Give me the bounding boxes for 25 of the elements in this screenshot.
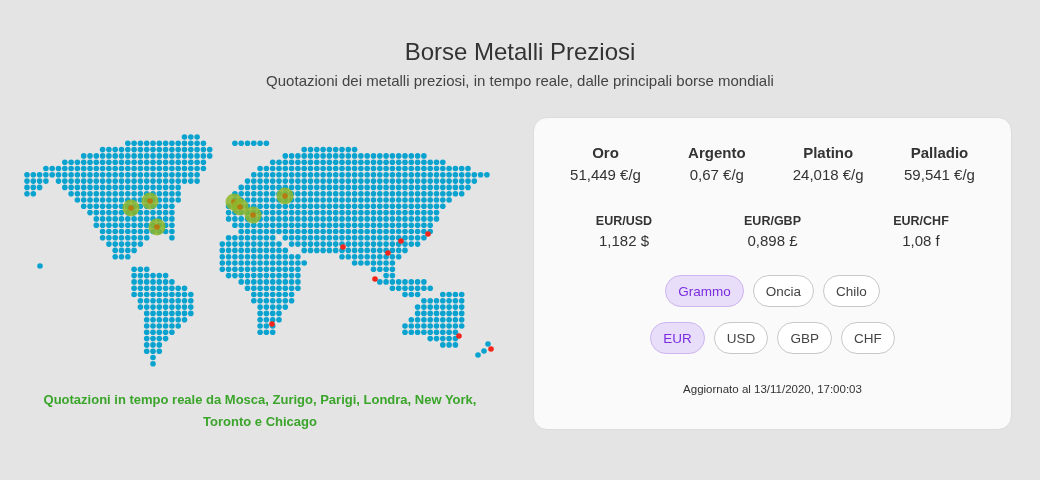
metal-price: 59,541 €/g <box>904 166 975 183</box>
update-timestamp: Aggiornato al 13/11/2020, 17:00:03 <box>683 383 862 395</box>
rate-pair: EUR/CHF <box>893 214 949 228</box>
page-title: Borse Metalli Preziosi <box>404 38 636 66</box>
metal-name: Palladio <box>910 144 969 161</box>
metal-name: Argento <box>688 144 746 161</box>
unit-chip[interactable]: Oncia <box>752 275 814 307</box>
currency-chip[interactable]: EUR <box>650 322 705 354</box>
metal-name: Oro <box>592 144 619 161</box>
rate-value: 1,08 f <box>902 232 940 249</box>
currency-chip[interactable]: GBP <box>777 322 832 354</box>
unit-chip[interactable]: Chilo <box>823 275 880 307</box>
page-subtitle: Quotazioni dei metalli preziosi, in tempo reale, dalle principali borse mondiali <box>266 72 774 89</box>
metal-name: Platino <box>803 144 854 161</box>
currency-chip[interactable]: USD <box>713 322 769 354</box>
rate-pair: EUR/GBP <box>744 214 801 228</box>
unit-chip[interactable]: Grammo <box>665 275 744 307</box>
metal-price: 24,018 €/g <box>792 166 864 183</box>
rate-value: 1,182 $ <box>598 232 649 249</box>
currency-chip[interactable]: CHF <box>840 322 895 354</box>
rate-value: 0,898 £ <box>747 232 798 249</box>
metal-price: 51,449 €/g <box>570 166 641 183</box>
map-caption: Quotazioni in tempo reale da Mosca, Zurigo, Parigi, Londra, New York, Toronto e Chicago <box>42 391 478 431</box>
rate-pair: EUR/USD <box>595 214 653 228</box>
metal-price: 0,67 €/g <box>689 166 744 183</box>
